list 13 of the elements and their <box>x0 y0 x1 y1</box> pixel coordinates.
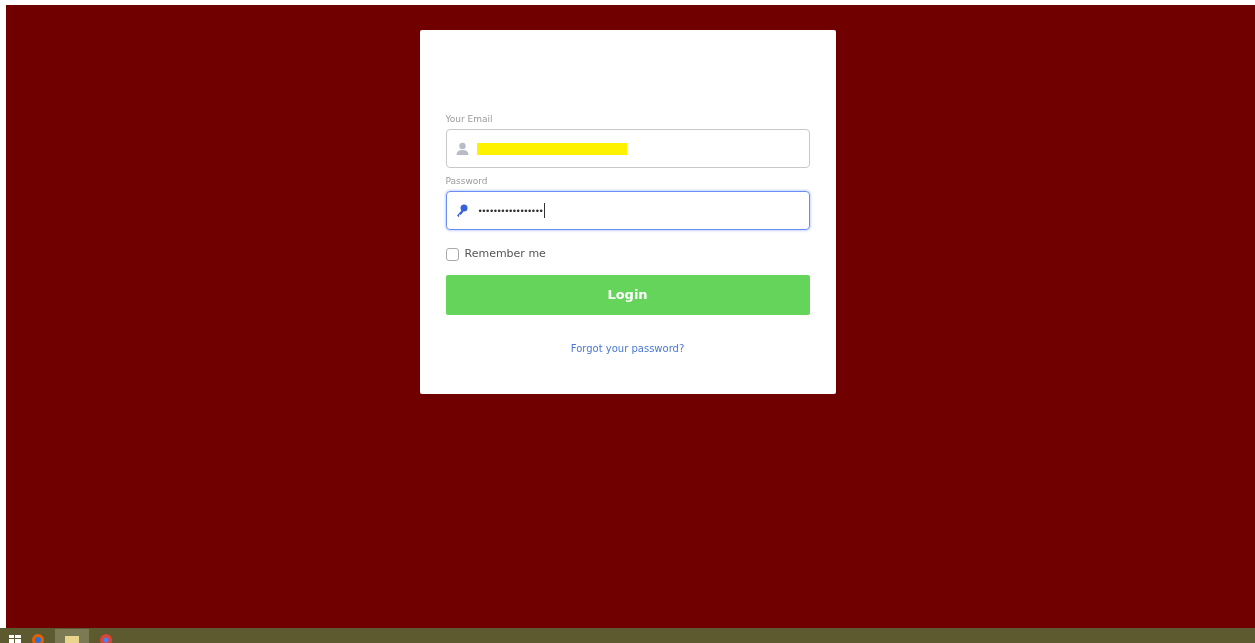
windows-start-icon[interactable] <box>9 633 21 643</box>
password-value: ••••••••••••••••• <box>477 204 543 218</box>
forgot-password-link[interactable]: Forgot your password? <box>570 340 685 356</box>
field-label: Password <box>445 175 488 187</box>
browser-icon[interactable] <box>31 633 45 643</box>
field-label: Your Email <box>445 113 493 125</box>
checkbox[interactable] <box>445 247 459 261</box>
user-icon <box>455 142 469 155</box>
password-field[interactable]: ••••••••••••••••• <box>445 191 810 230</box>
checkbox-label: Remember me <box>464 246 546 262</box>
email-field[interactable] <box>445 129 810 168</box>
folder-taskbar-button[interactable] <box>55 629 89 643</box>
key-icon <box>455 204 468 217</box>
